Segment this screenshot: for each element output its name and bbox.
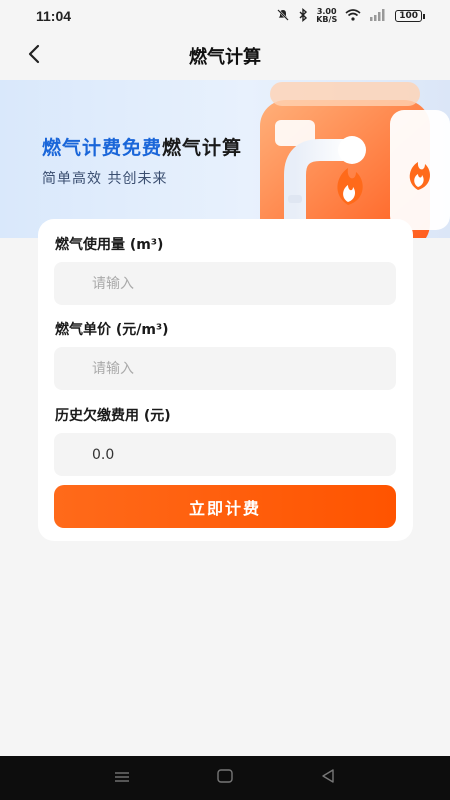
chevron-left-icon [26, 44, 42, 68]
home-icon [216, 768, 234, 788]
bluetooth-icon [298, 7, 308, 25]
unit-price-label: 燃气单价 (元/m³) [55, 322, 169, 338]
banner-subtitle: 简单高效 共创未来 [42, 171, 168, 187]
wifi-icon [345, 8, 361, 24]
banner-title: 燃气计费免费燃气计算 [42, 133, 242, 160]
menu-icon [113, 769, 131, 788]
usage-label: 燃气使用量 (m³) [55, 237, 164, 253]
menu-button[interactable] [110, 766, 134, 790]
back-triangle-icon [320, 768, 336, 788]
battery-indicator: 100 [395, 10, 425, 22]
system-back-button[interactable] [316, 766, 340, 790]
banner-title-rest: 燃气计算 [162, 137, 243, 159]
nav-bar: 燃气计算 [0, 32, 450, 80]
hero-banner: 燃气计费免费燃气计算 简单高效 共创未来 [0, 80, 450, 238]
status-time: 11:04 [36, 8, 72, 24]
calculator-form-card: 燃气使用量 (m³) 燃气单价 (元/m³) 历史欠缴费用 (元) 立即计费 [38, 219, 413, 541]
usage-input[interactable] [54, 262, 396, 305]
system-nav-bar [0, 756, 450, 800]
page-title: 燃气计算 [189, 47, 261, 68]
mute-icon [276, 8, 290, 25]
arrears-label: 历史欠缴费用 (元) [55, 408, 171, 424]
network-speed: 3.00 KB/S [316, 7, 338, 24]
status-icons: 3.00 KB/S 100 [276, 7, 425, 25]
calculate-button[interactable]: 立即计费 [54, 485, 396, 528]
arrears-input[interactable] [54, 433, 396, 476]
signal-icon [369, 8, 387, 24]
gas-boiler-illustration [260, 82, 450, 238]
banner-title-highlight: 燃气计费免费 [42, 137, 163, 159]
home-button[interactable] [213, 766, 237, 790]
unit-price-input[interactable] [54, 347, 396, 390]
status-bar: 11:04 3.00 KB/S 100 [0, 0, 450, 32]
back-button[interactable] [20, 42, 48, 70]
